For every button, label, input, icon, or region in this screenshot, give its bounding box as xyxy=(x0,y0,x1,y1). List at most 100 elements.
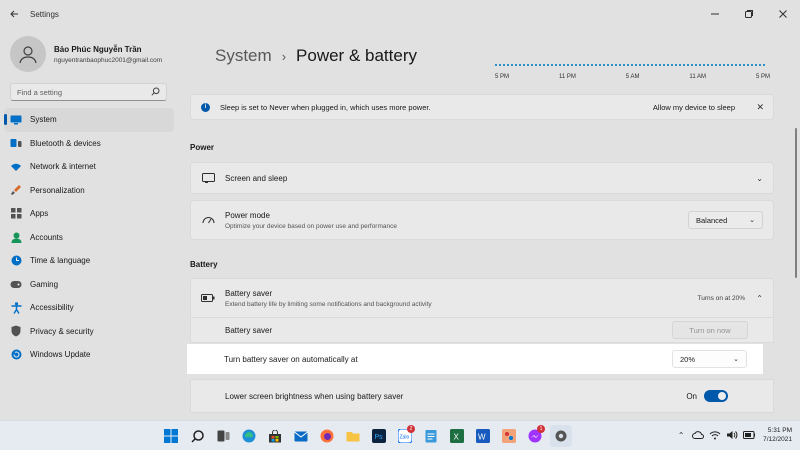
close-button[interactable] xyxy=(766,0,800,28)
messenger-icon[interactable]: 1 xyxy=(524,425,546,447)
paint-icon[interactable] xyxy=(498,425,520,447)
row-title: Lower screen brightness when using batte… xyxy=(225,391,404,401)
breadcrumb: System › Power & battery xyxy=(215,46,417,66)
row-title: Turn battery saver on automatically at xyxy=(224,354,358,364)
breadcrumb-parent[interactable]: System xyxy=(215,46,272,66)
toggle-state-label: On xyxy=(686,391,697,401)
lower-brightness-row: Lower screen brightness when using batte… xyxy=(190,379,774,413)
zalo-icon[interactable]: Zalo 2 xyxy=(394,425,416,447)
row-title: Battery saver xyxy=(225,325,273,335)
sidebar-item-apps[interactable]: Apps xyxy=(4,202,174,226)
notification-badge: 2 xyxy=(407,425,415,433)
svg-text:Ps: Ps xyxy=(375,434,384,441)
title-bar: Settings xyxy=(0,0,800,28)
window-controls xyxy=(698,0,800,28)
battery-usage-graph[interactable]: 5 PM 11 PM 5 AM 11 AM 5 PM xyxy=(495,62,770,86)
chevron-down-icon: ⌄ xyxy=(749,217,755,224)
page-title: Power & battery xyxy=(296,46,417,65)
sidebar-item-bluetooth[interactable]: Bluetooth & devices xyxy=(4,132,174,156)
sidebar-item-label: Accounts xyxy=(30,232,63,242)
wifi-icon[interactable] xyxy=(709,429,721,441)
screen-and-sleep-row[interactable]: Screen and sleep ⌄ xyxy=(190,162,774,194)
back-arrow-icon[interactable] xyxy=(0,0,28,28)
search-icon[interactable] xyxy=(151,87,160,98)
lower-brightness-toggle[interactable] xyxy=(704,390,728,402)
brush-icon xyxy=(10,184,22,196)
row-subtitle: Optimize your device based on power use … xyxy=(225,222,397,230)
restore-button[interactable] xyxy=(732,0,766,28)
sidebar-item-label: Personalization xyxy=(30,185,85,195)
allow-sleep-button[interactable]: Allow my device to sleep xyxy=(653,103,735,112)
battery-saver-now-row: Battery saver Turn on now xyxy=(190,317,774,343)
battery-level-line xyxy=(495,64,765,66)
word-icon[interactable]: W xyxy=(472,425,494,447)
sidebar-item-accounts[interactable]: Accounts xyxy=(4,226,174,250)
window-title: Settings xyxy=(30,9,59,19)
svg-text:X: X xyxy=(454,433,460,442)
row-title: Power mode xyxy=(225,210,270,220)
monitor-icon xyxy=(10,114,22,126)
sidebar-item-personalization[interactable]: Personalization xyxy=(4,179,174,203)
sidebar-nav: System Bluetooth & devices Network & int… xyxy=(4,108,174,367)
clock-time: 5:31 PM xyxy=(767,427,792,434)
windows-start-icon[interactable] xyxy=(160,425,182,447)
battery-saver-status: Turns on at 20% xyxy=(697,294,745,302)
clock-date: 7/12/2021 xyxy=(763,436,792,443)
sidebar-item-label: Privacy & security xyxy=(30,326,94,336)
chevron-up-icon[interactable]: ⌃ xyxy=(675,429,687,441)
dropdown-value: Balanced xyxy=(696,215,728,225)
shield-icon xyxy=(10,325,22,337)
task-view-icon[interactable] xyxy=(212,425,234,447)
user-profile[interactable]: Bảo Phúc Nguyễn Trần nguyentranbaophuc20… xyxy=(10,36,162,72)
auto-battery-saver-dropdown[interactable]: 20% ⌄ xyxy=(672,350,747,368)
sidebar-item-windows-update[interactable]: Windows Update xyxy=(4,343,174,367)
photoshop-icon[interactable]: Ps xyxy=(368,425,390,447)
taskbar-clock[interactable]: 5:31 PM 7/12/2021 xyxy=(763,426,792,444)
search-box[interactable] xyxy=(10,83,167,101)
sidebar-item-system[interactable]: System xyxy=(4,108,174,132)
chevron-up-icon[interactable]: ⌃ xyxy=(756,294,763,303)
info-icon: i xyxy=(201,102,210,112)
battery-icon[interactable] xyxy=(743,429,756,441)
sidebar: Bảo Phúc Nguyễn Trần nguyentranbaophuc20… xyxy=(0,28,182,420)
sidebar-item-gaming[interactable]: Gaming xyxy=(4,273,174,297)
minimize-button[interactable] xyxy=(698,0,732,28)
file-explorer-icon[interactable] xyxy=(342,425,364,447)
store-icon[interactable] xyxy=(264,425,286,447)
firefox-icon[interactable] xyxy=(316,425,338,447)
row-title: Battery saver xyxy=(225,288,273,298)
sidebar-item-label: Gaming xyxy=(30,279,59,289)
settings-icon[interactable] xyxy=(550,425,572,447)
system-tray: ⌃ 5:31 PM 7/12/2021 xyxy=(670,426,792,444)
profile-name: Bảo Phúc Nguyễn Trần xyxy=(54,44,142,54)
edge-icon[interactable] xyxy=(238,425,260,447)
battery-saver-row[interactable]: Battery saver Extend battery life by lim… xyxy=(190,278,774,318)
power-mode-dropdown[interactable]: Balanced ⌄ xyxy=(688,211,763,229)
svg-text:W: W xyxy=(478,433,486,442)
sidebar-item-accessibility[interactable]: Accessibility xyxy=(4,296,174,320)
excel-icon[interactable]: X xyxy=(446,425,468,447)
search-input[interactable] xyxy=(17,87,151,97)
sidebar-item-privacy[interactable]: Privacy & security xyxy=(4,320,174,344)
notepad-icon[interactable] xyxy=(420,425,442,447)
sidebar-item-label: Network & internet xyxy=(30,162,96,172)
mail-icon[interactable] xyxy=(290,425,312,447)
svg-text:Zalo: Zalo xyxy=(400,435,410,441)
battery-section-heading: Battery xyxy=(190,260,218,269)
globe-clock-icon xyxy=(10,255,22,267)
apps-icon xyxy=(10,208,22,220)
search-icon[interactable] xyxy=(186,425,208,447)
volume-icon[interactable] xyxy=(726,429,738,441)
sidebar-item-label: Apps xyxy=(30,209,49,219)
sidebar-item-time-language[interactable]: Time & language xyxy=(4,249,174,273)
sidebar-item-label: Accessibility xyxy=(30,303,74,313)
graph-tick: 5 PM xyxy=(755,74,770,80)
close-icon[interactable]: ✕ xyxy=(756,102,764,113)
notification-badge: 1 xyxy=(537,425,545,433)
cloud-icon[interactable] xyxy=(692,429,705,441)
row-subtitle: Extend battery life by limiting some not… xyxy=(225,300,432,308)
scrollbar[interactable] xyxy=(795,128,797,278)
sidebar-item-network[interactable]: Network & internet xyxy=(4,155,174,179)
chevron-down-icon[interactable]: ⌄ xyxy=(756,174,763,183)
turn-on-now-button[interactable]: Turn on now xyxy=(672,321,748,339)
